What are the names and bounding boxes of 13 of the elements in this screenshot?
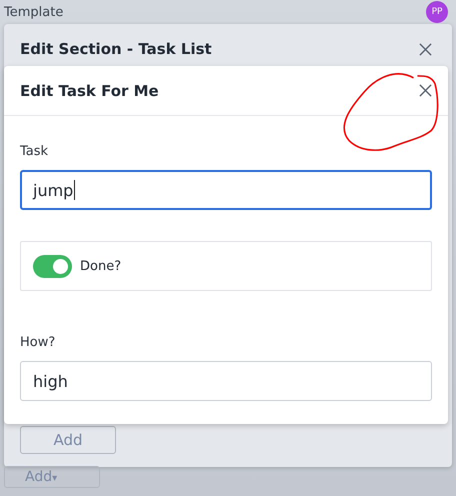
input-field[interactable]: jump: [20, 170, 432, 210]
dialog-title: Edit Section - Task List: [20, 40, 212, 58]
toggle-label: Done?: [80, 258, 122, 274]
field-label: Task: [20, 144, 50, 159]
dialog-title: Edit Task For Me: [20, 82, 159, 100]
toggle-switch[interactable]: [33, 254, 72, 278]
page-title: Template: [4, 4, 64, 20]
user-avatar[interactable]: PP: [426, 1, 448, 23]
close-icon[interactable]: [419, 84, 432, 97]
add-button[interactable]: Add: [20, 426, 116, 454]
close-icon[interactable]: [419, 42, 432, 56]
field-label: How?: [20, 335, 56, 350]
input-field[interactable]: high: [20, 361, 432, 401]
